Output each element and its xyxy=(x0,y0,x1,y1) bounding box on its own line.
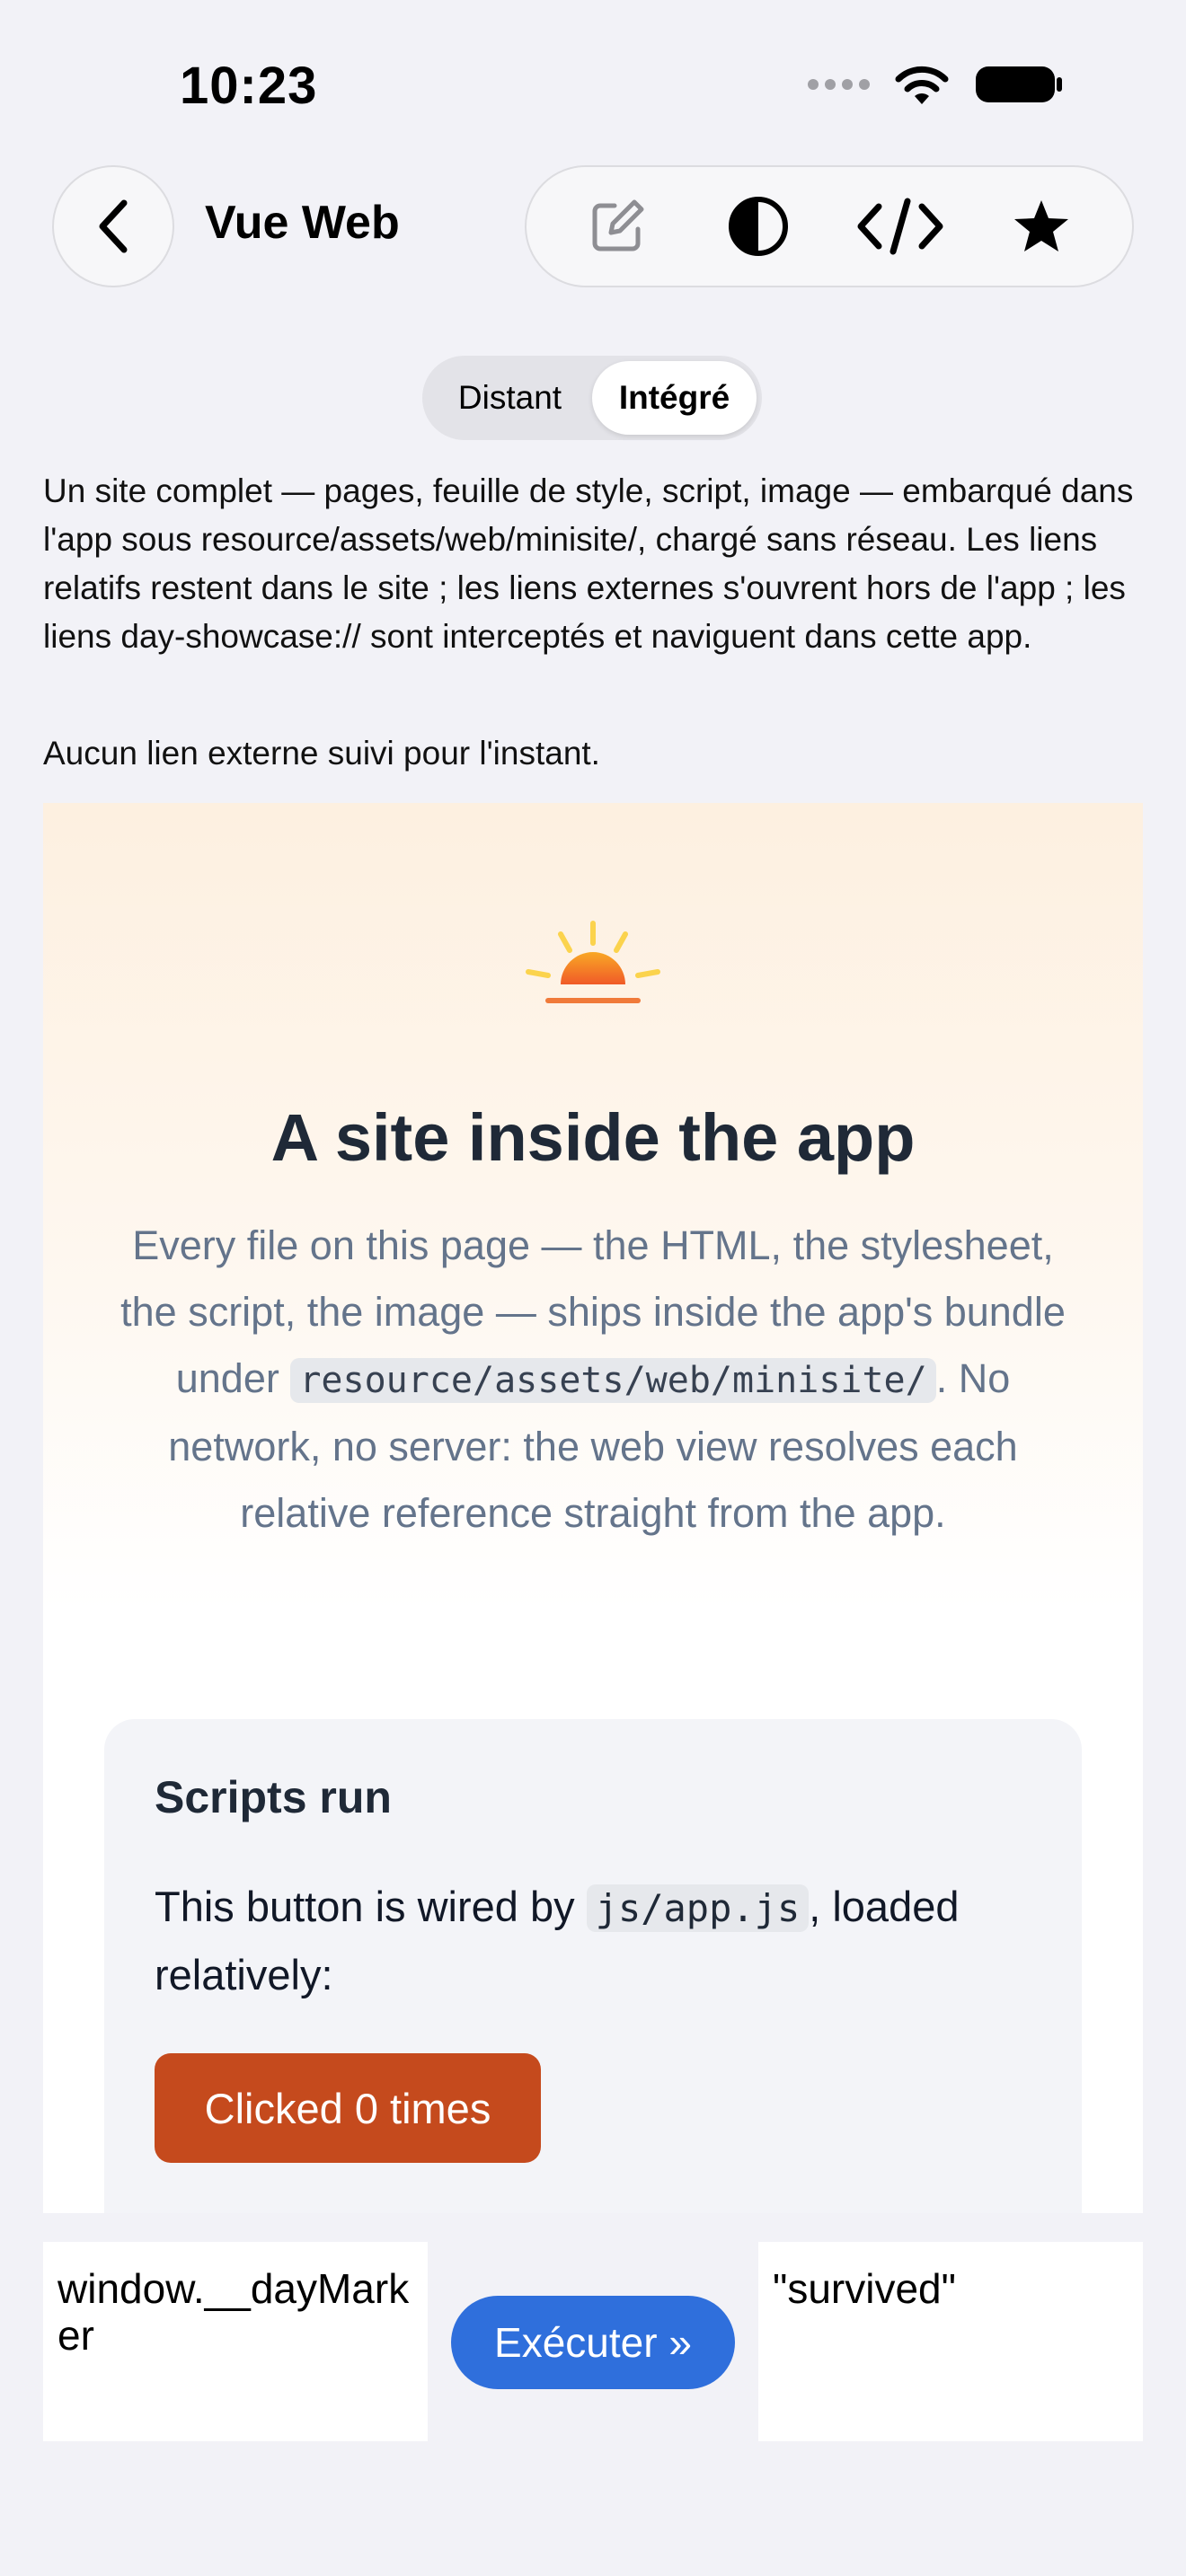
edit-icon xyxy=(592,199,644,251)
click-counter-button[interactable]: Clicked 0 times xyxy=(155,2053,541,2163)
code-button[interactable] xyxy=(855,181,945,271)
js-expression-input[interactable]: window.__dayMarker xyxy=(43,2242,428,2441)
favorite-button[interactable] xyxy=(996,181,1086,271)
scripts-card-text-start: This button is wired by xyxy=(155,1883,587,1930)
run-button[interactable]: Exécuter » xyxy=(451,2296,735,2389)
contrast-button[interactable] xyxy=(713,181,803,271)
segment-distant[interactable]: Distant xyxy=(428,361,592,435)
battery-icon xyxy=(976,66,1062,102)
edit-button[interactable] xyxy=(572,181,662,271)
status-bar: 10:23 xyxy=(0,0,1186,171)
star-icon xyxy=(1014,200,1069,251)
web-view[interactable]: A site inside the app Every file on this… xyxy=(43,803,1143,2213)
segment-integre[interactable]: Intégré xyxy=(592,361,757,435)
contrast-icon xyxy=(729,197,789,256)
source-segmented-control: Distant Intégré xyxy=(422,356,762,440)
code-icon xyxy=(857,198,943,255)
js-result-output: "survived" xyxy=(758,2242,1143,2441)
external-link-status: Aucun lien externe suivi pour l'instant. xyxy=(43,735,600,772)
wifi-icon xyxy=(895,66,949,104)
description-text: Un site complet — pages, feuille de styl… xyxy=(43,472,1134,655)
signal-dots-icon xyxy=(808,79,870,90)
status-icons xyxy=(808,63,1064,106)
back-button[interactable] xyxy=(52,165,174,287)
site-intro: Every file on this page — the HTML, the … xyxy=(106,1213,1080,1547)
script-path: js/app.js xyxy=(586,1884,810,1932)
scripts-card-text: This button is wired by js/app.js, loade… xyxy=(155,1874,1053,2008)
page-title: Vue Web xyxy=(205,197,400,249)
chevron-left-icon xyxy=(99,199,128,253)
site-intro-path: resource/assets/web/minisite/ xyxy=(290,1358,936,1403)
sunrise-icon xyxy=(526,921,660,1003)
toolbar xyxy=(525,165,1134,287)
site-title: A site inside the app xyxy=(270,1100,916,1175)
scripts-card-title: Scripts run xyxy=(155,1772,392,1822)
scripts-card: Scripts run This button is wired by js/a… xyxy=(104,1719,1082,2213)
status-time: 10:23 xyxy=(180,57,318,115)
